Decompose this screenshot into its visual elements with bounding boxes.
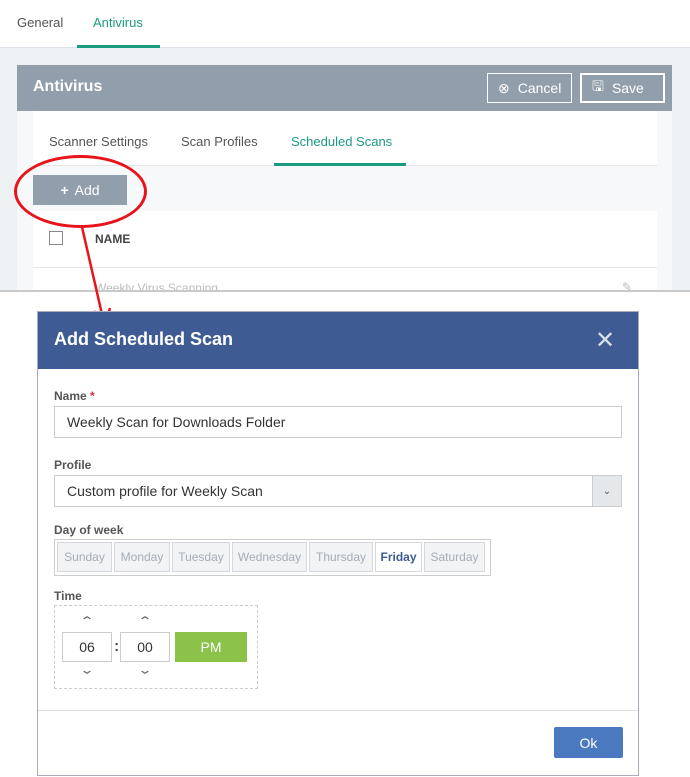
tab-scheduled-scans[interactable]: Scheduled Scans (291, 134, 392, 149)
time-picker: ⌃ ⌃ 06 : 00 PM ⌃ ⌃ (54, 605, 258, 689)
active-tab-indicator (77, 45, 160, 48)
profile-select[interactable]: Custom profile for Weekly Scan ⌄ (54, 475, 622, 507)
panel-title: Antivirus (33, 78, 103, 95)
ampm-toggle[interactable]: PM (175, 632, 247, 662)
profile-label: Profile (54, 458, 92, 472)
minute-down-icon[interactable]: ⌃ (108, 662, 183, 676)
top-tabs: General Antivirus (0, 0, 690, 48)
save-button[interactable]: 🖫 Save (580, 73, 665, 103)
day-friday[interactable]: Friday (375, 542, 422, 572)
dialog-title: Add Scheduled Scan (54, 329, 234, 349)
tab-scan-profiles[interactable]: Scan Profiles (181, 134, 258, 149)
day-of-week-label: Day of week (54, 523, 124, 537)
tab-scanner-settings[interactable]: Scanner Settings (49, 134, 148, 149)
dialog-header: Add Scheduled Scan ✕ (38, 312, 638, 369)
tab-general[interactable]: General (17, 15, 63, 30)
cancel-icon: ⊗ (498, 79, 510, 96)
cancel-label: Cancel (517, 80, 562, 96)
hour-input[interactable]: 06 (62, 632, 112, 662)
panel-header: Antivirus ⊗ Cancel 🖫 Save (17, 65, 672, 111)
name-input[interactable]: Weekly Scan for Downloads Folder (54, 406, 622, 438)
close-icon[interactable]: ✕ (595, 326, 615, 355)
add-scheduled-scan-dialog: Add Scheduled Scan ✕ Name * Weekly Scan … (37, 311, 639, 776)
day-saturday[interactable]: Saturday (424, 542, 485, 572)
select-all-checkbox[interactable] (49, 231, 63, 245)
day-monday[interactable]: Monday (114, 542, 170, 572)
minute-input[interactable]: 00 (120, 632, 170, 662)
day-sunday[interactable]: Sunday (57, 542, 112, 572)
ok-button[interactable]: Ok (554, 727, 623, 758)
minute-up-icon[interactable]: ⌃ (108, 614, 183, 628)
time-label: Time (54, 589, 82, 603)
tab-antivirus[interactable]: Antivirus (93, 15, 143, 30)
save-icon: 🖫 (592, 78, 604, 94)
cancel-button[interactable]: ⊗ Cancel (487, 73, 572, 103)
day-thursday[interactable]: Thursday (309, 542, 373, 572)
day-tuesday[interactable]: Tuesday (172, 542, 230, 572)
day-wednesday[interactable]: Wednesday (232, 542, 307, 572)
name-label: Name * (54, 389, 95, 403)
time-separator: : (114, 638, 120, 655)
profile-value: Custom profile for Weekly Scan (67, 483, 263, 499)
chevron-down-icon[interactable]: ⌄ (592, 476, 621, 506)
annotation-circle (14, 155, 147, 228)
day-selector: Sunday Monday Tuesday Wednesday Thursday… (54, 539, 491, 576)
active-inner-tab-indicator (274, 163, 406, 166)
save-label: Save (611, 80, 644, 96)
